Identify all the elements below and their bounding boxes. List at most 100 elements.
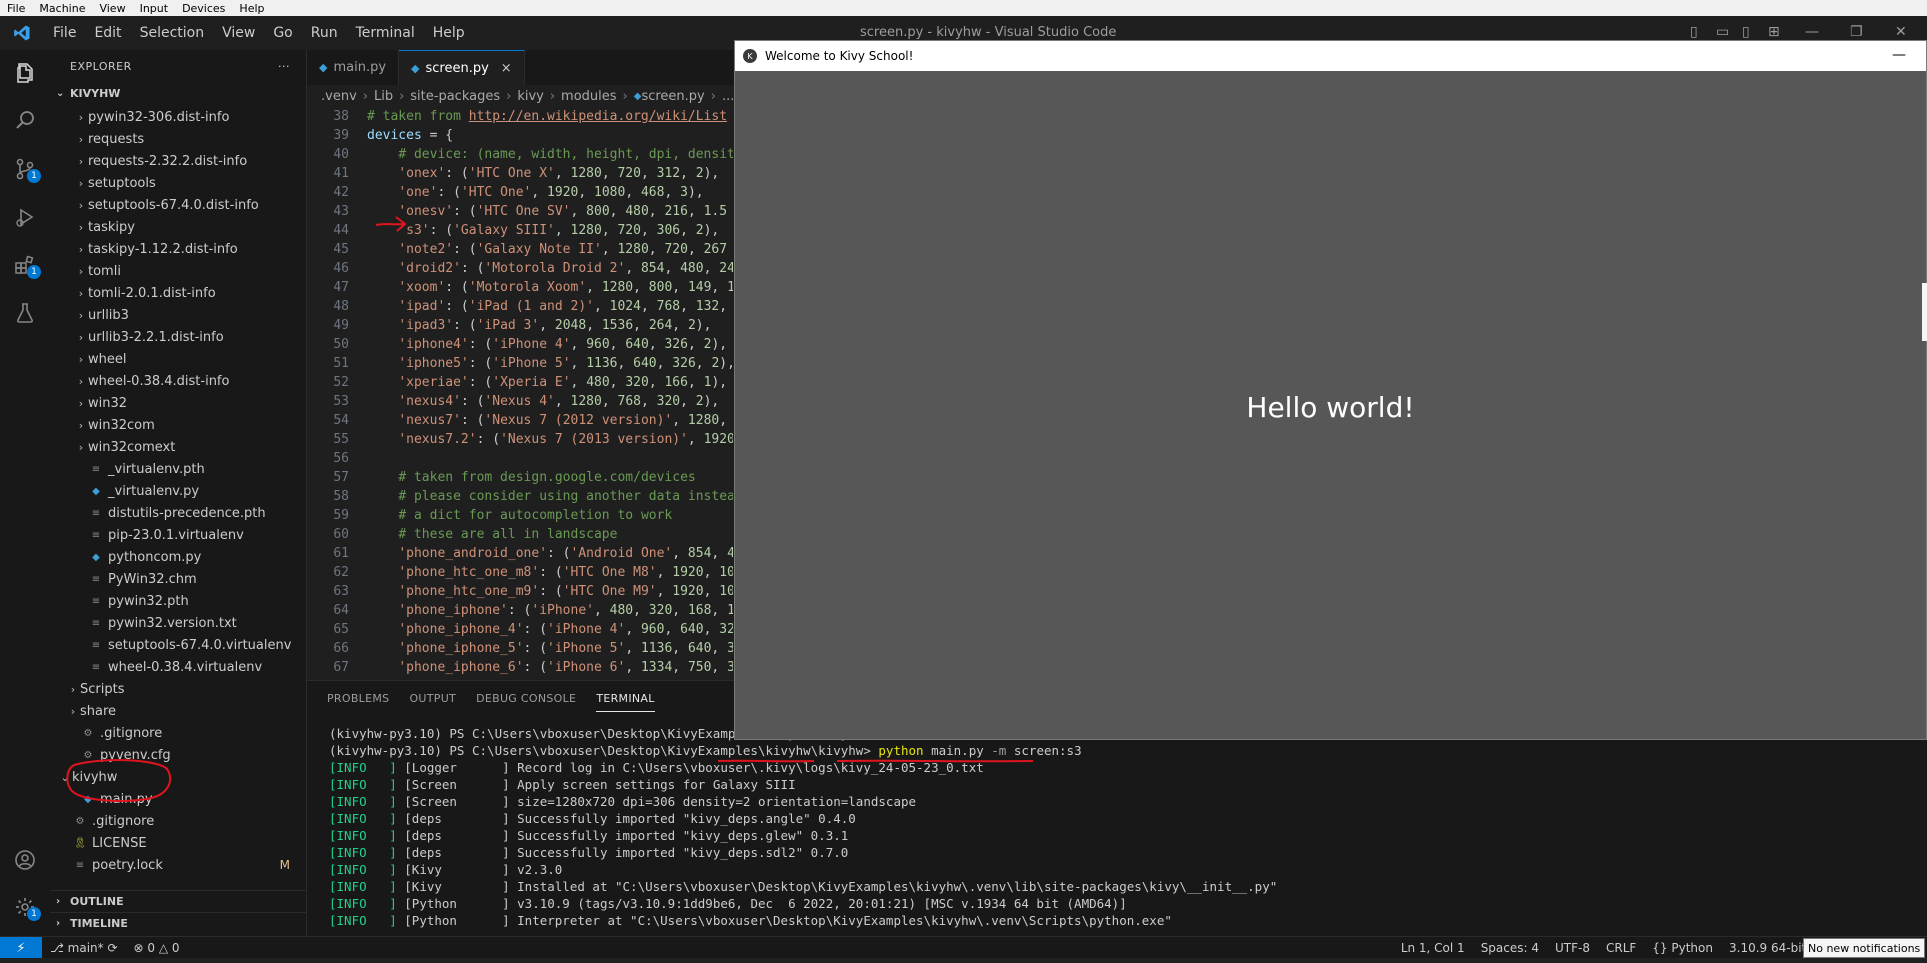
breadcrumb-item[interactable]: .venv: [321, 89, 357, 104]
vm-menu-machine[interactable]: Machine: [32, 2, 92, 15]
tab-screen-py[interactable]: ◆ screen.py ×: [399, 50, 525, 86]
tree-item[interactable]: › win32com: [50, 414, 306, 436]
tree-item[interactable]: ≡ distutils-precedence.pth: [50, 502, 306, 524]
tree-item[interactable]: › requests: [50, 128, 306, 150]
kivy-title-bar[interactable]: K Welcome to Kivy School! —: [735, 41, 1926, 71]
panel-tab-problems[interactable]: PROBLEMS: [327, 686, 389, 711]
menu-run[interactable]: Run: [302, 25, 347, 41]
tree-item[interactable]: › urllib3: [50, 304, 306, 326]
tree-item[interactable]: 🎗 LICENSE: [50, 832, 306, 854]
log-message: Interpreter at "C:\Users\vboxuser\Deskto…: [517, 913, 1172, 928]
kivy-canvas[interactable]: Hello world!: [735, 71, 1926, 739]
vm-menu-help[interactable]: Help: [232, 2, 271, 15]
breadcrumb-item[interactable]: modules: [561, 89, 617, 104]
vm-menu-view[interactable]: View: [92, 2, 132, 15]
tree-item[interactable]: › tomli: [50, 260, 306, 282]
source-control-icon[interactable]: 1: [10, 154, 41, 184]
panel-tab-debug-console[interactable]: DEBUG CONSOLE: [476, 686, 576, 711]
breadcrumb-item[interactable]: Lib: [374, 89, 393, 104]
accounts-icon[interactable]: [10, 845, 40, 875]
branch-status[interactable]: ⎇ main* ⟳: [42, 941, 126, 955]
tree-item[interactable]: › urllib3-2.2.1.dist-info: [50, 326, 306, 348]
tree-item[interactable]: › taskipy-1.12.2.dist-info: [50, 238, 306, 260]
panel-tab-terminal[interactable]: TERMINAL: [596, 686, 655, 712]
explorer-more-actions-icon[interactable]: ···: [278, 60, 290, 73]
tree-item-label: win32com: [88, 417, 155, 433]
menu-view[interactable]: View: [213, 25, 264, 41]
problems-status[interactable]: ⊗ 0 △ 0: [126, 941, 188, 955]
menu-selection[interactable]: Selection: [131, 25, 214, 41]
tab-main-py[interactable]: ◆ main.py: [307, 50, 400, 85]
tree-item[interactable]: › taskipy: [50, 216, 306, 238]
minimize-icon[interactable]: —: [1805, 24, 1819, 40]
tree-item[interactable]: ◆ pythoncom.py: [50, 546, 306, 568]
outline-section[interactable]: › OUTLINE: [50, 890, 306, 912]
breadcrumb-item[interactable]: site-packages: [410, 89, 500, 104]
tree-item[interactable]: › wheel: [50, 348, 306, 370]
vm-menu-devices[interactable]: Devices: [175, 2, 232, 15]
line-number: 53: [333, 394, 349, 409]
tree-item[interactable]: ≡ pywin32.pth: [50, 590, 306, 612]
close-tab-icon[interactable]: ×: [501, 61, 512, 76]
tree-item[interactable]: › wheel-0.38.4.dist-info: [50, 370, 306, 392]
tree-item[interactable]: › setuptools-67.4.0.dist-info: [50, 194, 306, 216]
tree-item[interactable]: › tomli-2.0.1.dist-info: [50, 282, 306, 304]
kivy-minimize-button[interactable]: —: [1892, 47, 1906, 63]
toggle-sidebar-icon[interactable]: ▯: [1690, 24, 1698, 40]
tree-item[interactable]: › win32: [50, 392, 306, 414]
tree-item[interactable]: ⚙pyproject.toml: [50, 876, 306, 878]
tree-item[interactable]: › Scripts: [50, 678, 306, 700]
menu-terminal[interactable]: Terminal: [347, 25, 424, 41]
manage-gear-icon[interactable]: 1: [10, 892, 41, 922]
toggle-panel-icon[interactable]: ▭: [1716, 24, 1729, 40]
menu-file[interactable]: File: [44, 25, 85, 41]
testing-icon[interactable]: [10, 298, 40, 328]
line-ending[interactable]: CRLF: [1598, 941, 1644, 955]
breadcrumb-item[interactable]: screen.py: [641, 89, 704, 104]
breadcrumb-item[interactable]: kivy: [517, 89, 544, 104]
tree-item[interactable]: ≡ pip-23.0.1.virtualenv: [50, 524, 306, 546]
log-line: [INFO ] [deps ] Successfully imported "k…: [329, 844, 1889, 861]
menu-edit[interactable]: Edit: [85, 25, 130, 41]
remote-indicator-icon[interactable]: ⚡: [0, 937, 42, 959]
close-window-icon[interactable]: ✕: [1895, 24, 1907, 40]
tree-item[interactable]: › pywin32-306.dist-info: [50, 106, 306, 128]
customize-layout-icon[interactable]: ⊞: [1768, 24, 1780, 40]
menu-go[interactable]: Go: [264, 25, 301, 41]
terminal[interactable]: (kivyhw-py3.10) PS C:\Users\vboxuser\Des…: [329, 725, 1889, 929]
timeline-section[interactable]: › TIMELINE: [50, 912, 306, 934]
tree-item[interactable]: › setuptools: [50, 172, 306, 194]
extensions-icon[interactable]: 1: [10, 250, 41, 280]
menu-help[interactable]: Help: [424, 25, 474, 41]
language-mode[interactable]: {} Python: [1644, 941, 1721, 955]
tree-item[interactable]: ≡ setuptools-67.4.0.virtualenv: [50, 634, 306, 656]
tree-item[interactable]: ≡ pywin32.version.txt: [50, 612, 306, 634]
tree-item[interactable]: › requests-2.32.2.dist-info: [50, 150, 306, 172]
tree-item[interactable]: ≡ wheel-0.38.4.virtualenv: [50, 656, 306, 678]
tree-item[interactable]: › win32comext: [50, 436, 306, 458]
vm-menu-input[interactable]: Input: [133, 2, 175, 15]
code-editor[interactable]: 38 # taken from http://en.wikipedia.org/w…: [307, 107, 733, 679]
panel-tab-output[interactable]: OUTPUT: [409, 686, 456, 711]
tree-item[interactable]: ≡ PyWin32.chm: [50, 568, 306, 590]
explorer-root-header[interactable]: ⌄ KIVYHW: [50, 82, 306, 104]
explorer-icon[interactable]: [10, 58, 40, 88]
breadcrumb-item[interactable]: ...: [722, 89, 734, 104]
tree-item[interactable]: ◆ _virtualenv.py: [50, 480, 306, 502]
tree-item[interactable]: › share: [50, 700, 306, 722]
run-debug-icon[interactable]: [10, 202, 40, 232]
code-token: ,: [554, 394, 571, 409]
indentation[interactable]: Spaces: 4: [1473, 941, 1547, 955]
tree-item[interactable]: ≡ _virtualenv.pth: [50, 458, 306, 480]
toggle-secondary-sidebar-icon[interactable]: ▯: [1742, 24, 1750, 40]
search-icon[interactable]: [10, 105, 40, 135]
restore-icon[interactable]: ❐: [1850, 24, 1863, 40]
tree-item[interactable]: ≡ poetry.lock M: [50, 854, 306, 876]
cursor-position[interactable]: Ln 1, Col 1: [1393, 941, 1473, 955]
encoding[interactable]: UTF-8: [1547, 941, 1598, 955]
python-file-icon: ◆: [319, 61, 328, 74]
vm-menu-file[interactable]: File: [0, 2, 32, 15]
tree-item[interactable]: ⚙ .gitignore: [50, 810, 306, 832]
tree-item[interactable]: ⚙ .gitignore: [50, 722, 306, 744]
